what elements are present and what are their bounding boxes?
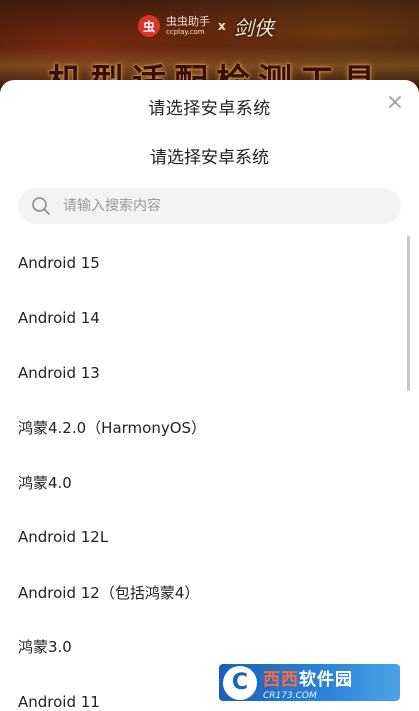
- list-item-label: Android 13: [18, 363, 100, 382]
- partner-game-logo: 剑侠: [233, 15, 274, 40]
- list-item[interactable]: Android 12L: [0, 510, 419, 565]
- list-item[interactable]: Android 13: [0, 346, 419, 401]
- list-item-label: Android 15: [18, 254, 100, 273]
- list-item-label: Android 12L: [18, 528, 109, 547]
- list-item[interactable]: 鸿蒙4.0: [0, 455, 419, 510]
- site-watermark: C 西西软件园 CR173.COM: [219, 664, 400, 701]
- sheet-header: 请选择安卓系统: [0, 80, 419, 132]
- logo-separator: x: [218, 19, 226, 33]
- banner-logos: 虫 虫虫助手 ccplay.com x 剑侠: [138, 14, 274, 40]
- close-icon: [389, 96, 401, 108]
- list-item-label: 鸿蒙4.2.0（HarmonyOS）: [18, 419, 207, 438]
- close-button[interactable]: [385, 92, 405, 112]
- watermark-name: 西西软件园: [263, 669, 353, 690]
- search-input[interactable]: [61, 197, 401, 215]
- list-item[interactable]: Android 14: [0, 291, 419, 346]
- ccplay-logo-name: 虫虫助手: [166, 15, 210, 28]
- ccplay-logo-domain: ccplay.com: [166, 28, 205, 36]
- list-item[interactable]: Android 15: [0, 236, 419, 291]
- list-item-label: 鸿蒙4.0: [18, 474, 72, 493]
- sheet-subtitle: 请选择安卓系统: [150, 148, 269, 168]
- list-item-label: Android 14: [18, 309, 100, 328]
- android-version-picker-sheet: 请选择安卓系统 请选择安卓系统 Android 15 Android 14 An…: [0, 80, 419, 711]
- version-list[interactable]: Android 15 Android 14 Android 13 鸿蒙4.2.0…: [0, 236, 419, 711]
- sheet-title: 请选择安卓系统: [148, 98, 271, 119]
- list-item-label: 鸿蒙3.0: [18, 638, 72, 657]
- watermark-logo-icon: C: [223, 665, 257, 700]
- search-icon: [32, 197, 50, 215]
- list-scrollbar[interactable]: [407, 236, 410, 391]
- ccplay-logo-icon: 虫: [138, 15, 160, 37]
- list-item[interactable]: Android 12（包括鸿蒙4）: [0, 565, 419, 620]
- list-item-label: Android 11: [18, 692, 100, 711]
- list-item-label: Android 12（包括鸿蒙4）: [18, 583, 200, 602]
- list-item[interactable]: 鸿蒙4.2.0（HarmonyOS）: [0, 400, 419, 455]
- watermark-domain: CR173.COM: [263, 690, 317, 701]
- search-bar[interactable]: [18, 188, 401, 224]
